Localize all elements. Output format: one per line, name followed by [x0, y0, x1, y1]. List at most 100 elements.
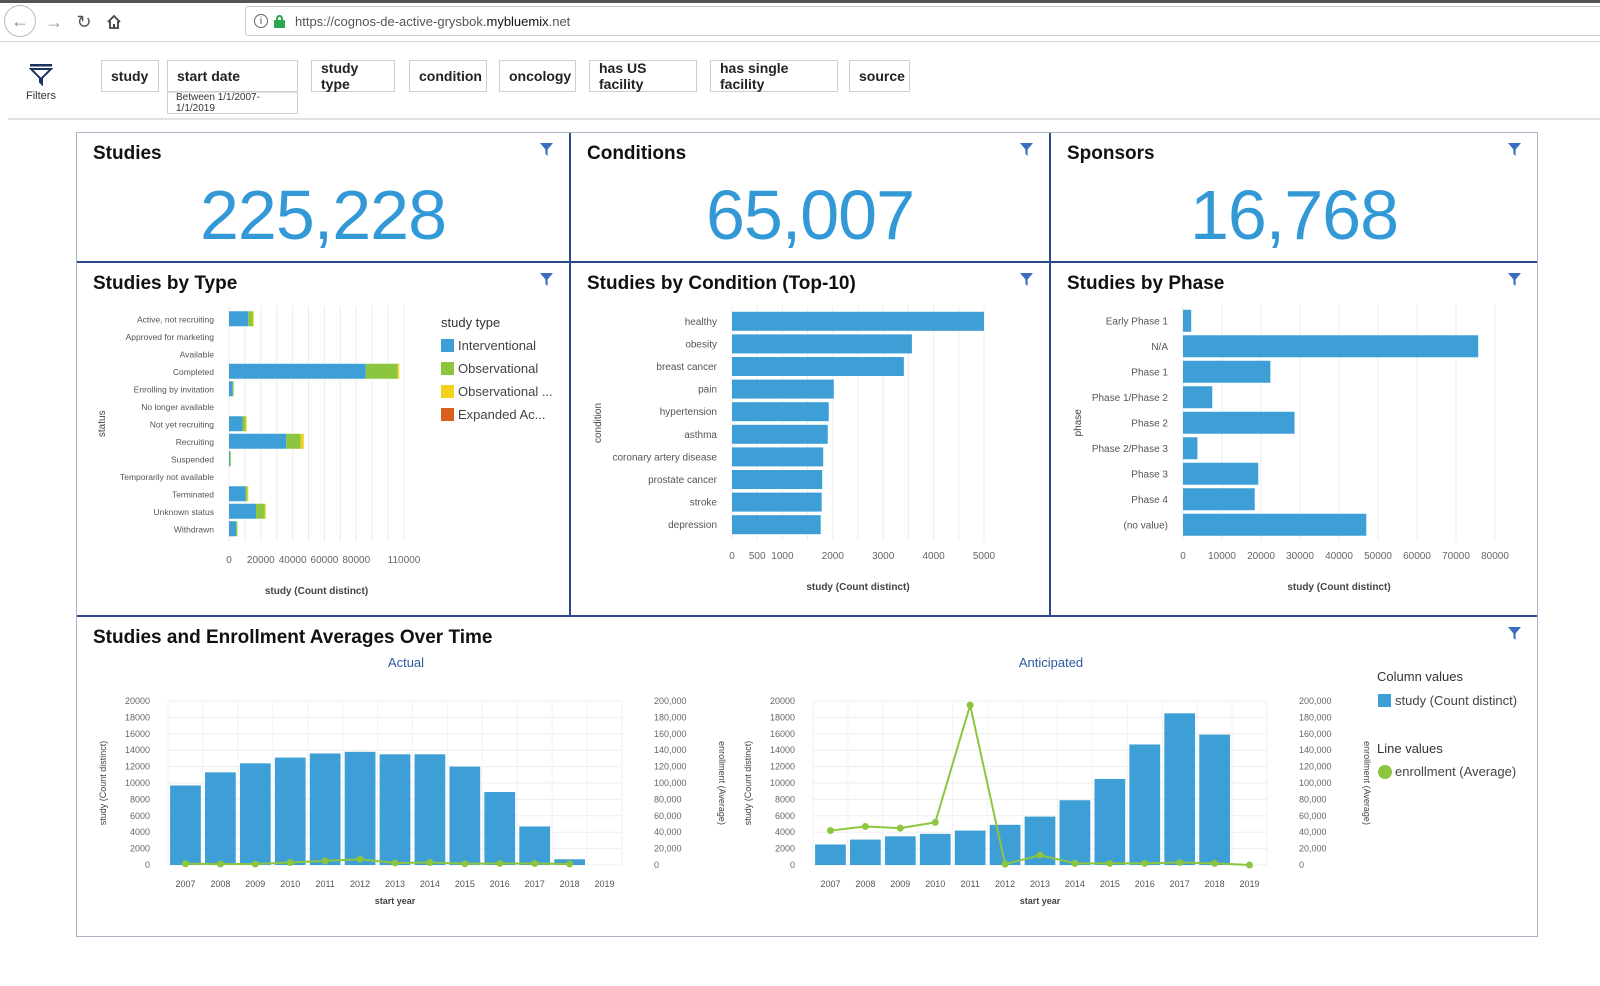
- bar-segment: [229, 486, 246, 502]
- bar: [484, 792, 516, 865]
- date-range-text: Between 1/1/2007-1/1/2019: [176, 92, 260, 114]
- category-label: Phase 1/Phase 2: [1092, 393, 1169, 404]
- y2-tick-label: 100,000: [1299, 778, 1332, 788]
- chip-label: study type: [321, 60, 359, 92]
- enrollment-point: [391, 859, 399, 867]
- studies-by-type-chart: 0 20000 40000 60000 80000 110000 study (Count …: [97, 306, 553, 597]
- filter-chip-has-us-facility[interactable]: has US facility: [589, 60, 697, 92]
- bar-segment: [248, 311, 253, 327]
- enrollment-point: [1246, 861, 1254, 869]
- legend-swatch: [441, 385, 454, 398]
- legend-label: Observational: [458, 361, 538, 376]
- bar-segment: [242, 416, 246, 432]
- bar-segment: [229, 521, 237, 537]
- filter-chip-start-date-range[interactable]: Between 1/1/2007-1/1/2019: [167, 92, 298, 114]
- category-label: asthma: [684, 430, 717, 441]
- x-tick-label: 2017: [1170, 879, 1190, 889]
- y2-tick-label: 100,000: [654, 778, 687, 788]
- forward-button[interactable]: →: [40, 8, 68, 36]
- bar: [1183, 411, 1295, 434]
- filters-toggle-button[interactable]: Filters: [16, 64, 66, 102]
- bar: [1183, 488, 1255, 511]
- y2-tick-label: 20,000: [1299, 844, 1327, 854]
- filter-chip-condition[interactable]: condition: [409, 60, 487, 92]
- chip-label: start date: [177, 68, 241, 84]
- y2-tick-label: 60,000: [654, 811, 682, 821]
- legend-label: Observational ...: [458, 384, 553, 399]
- y2-tick-label: 160,000: [654, 729, 687, 739]
- y-axis-title: status: [97, 410, 108, 437]
- bar: [1183, 335, 1479, 358]
- bar: [1094, 778, 1126, 865]
- enrollment-point: [1176, 859, 1184, 867]
- kpi-value: 65,007: [705, 176, 915, 254]
- bar-segment: [229, 381, 233, 397]
- category-label: Available: [180, 349, 215, 359]
- y-tick-label: 2000: [775, 844, 795, 854]
- enrollment-point: [461, 860, 469, 868]
- studies-by-phase-chart: 0 10000 20000 30000 40000 50000 60000 70000 8000…: [1073, 304, 1509, 593]
- studies-by-condition-chart: 0 500 1000 2000 3000 4000 5000 study (Count dis…: [593, 306, 996, 593]
- bar: [919, 833, 951, 865]
- panel-title: Sponsors: [1067, 143, 1155, 164]
- category-label: Completed: [173, 367, 214, 377]
- enrollment-point: [1036, 851, 1044, 859]
- filter-chip-has-single-facility[interactable]: has single facility: [710, 60, 838, 92]
- bar-segment: [300, 433, 304, 449]
- bar-segment: [229, 451, 231, 467]
- y-tick-label: 0: [145, 860, 150, 870]
- filter-chip-start-date[interactable]: start date: [167, 60, 298, 92]
- bar: [414, 754, 446, 865]
- panel-filter-icon[interactable]: [1020, 143, 1033, 156]
- bar-segment: [245, 416, 247, 432]
- kpi-sponsors-panel: Sponsors 16,768: [1051, 133, 1537, 261]
- bar: [1199, 734, 1230, 865]
- y-axis-title: condition: [593, 403, 604, 443]
- x-tick-label: 500: [749, 551, 766, 562]
- category-label: Early Phase 1: [1106, 316, 1169, 327]
- chip-label: condition: [419, 68, 482, 84]
- back-button[interactable]: ←: [4, 5, 36, 37]
- bar: [884, 836, 916, 865]
- over-time-chart: Actual 0 2000 4000 6000 8000 10000 12000 14000 16…: [98, 655, 1517, 906]
- panel-filter-icon[interactable]: [540, 143, 553, 156]
- info-icon[interactable]: i: [254, 14, 268, 28]
- bar-segment: [397, 363, 400, 379]
- home-button[interactable]: [100, 8, 128, 36]
- category-label: Approved for marketing: [126, 332, 215, 342]
- category-label: Suspended: [171, 454, 214, 464]
- category-label: hypertension: [660, 407, 717, 418]
- bar: [954, 830, 986, 865]
- legend-label: study (Count distinct): [1395, 693, 1517, 708]
- bar-segment: [247, 486, 249, 502]
- url-bar[interactable]: i https://cognos-de-active-grysbok.myblu…: [245, 6, 1600, 36]
- enrollment-point: [1001, 860, 1009, 868]
- y2-axis-title: enrollment (Average): [717, 741, 727, 825]
- y-tick-label: 16000: [770, 729, 795, 739]
- category-label: Enrolling by invitation: [134, 384, 215, 394]
- enrollment-point: [251, 860, 259, 868]
- reload-button[interactable]: ↻: [70, 8, 98, 36]
- bar-segment: [232, 381, 234, 397]
- chart-subtitle: Actual: [388, 655, 424, 670]
- y-tick-label: 20000: [125, 696, 150, 706]
- back-arrow-icon: ←: [11, 10, 29, 31]
- bar: [732, 357, 904, 376]
- bar: [732, 402, 829, 422]
- filter-chip-oncology[interactable]: oncology: [499, 60, 576, 92]
- filter-chip-source[interactable]: source: [849, 60, 910, 92]
- x-tick-label: 5000: [973, 551, 996, 562]
- filter-chip-study-type[interactable]: study type: [311, 60, 395, 92]
- filters-label: Filters: [26, 90, 56, 102]
- x-tick-label: 2017: [525, 879, 545, 889]
- home-icon: [107, 14, 121, 29]
- y-tick-label: 12000: [770, 762, 795, 772]
- filter-chip-study[interactable]: study: [101, 60, 159, 92]
- panel-title: Conditions: [587, 143, 687, 164]
- y-tick-label: 6000: [775, 811, 795, 821]
- panel-filter-icon[interactable]: [1508, 143, 1521, 156]
- y2-tick-label: 40,000: [1299, 827, 1327, 837]
- category-label: depression: [668, 520, 717, 531]
- url-text: https://cognos-de-active-grysbok.mybluem…: [295, 13, 571, 29]
- x-tick-label: 2011: [315, 879, 334, 889]
